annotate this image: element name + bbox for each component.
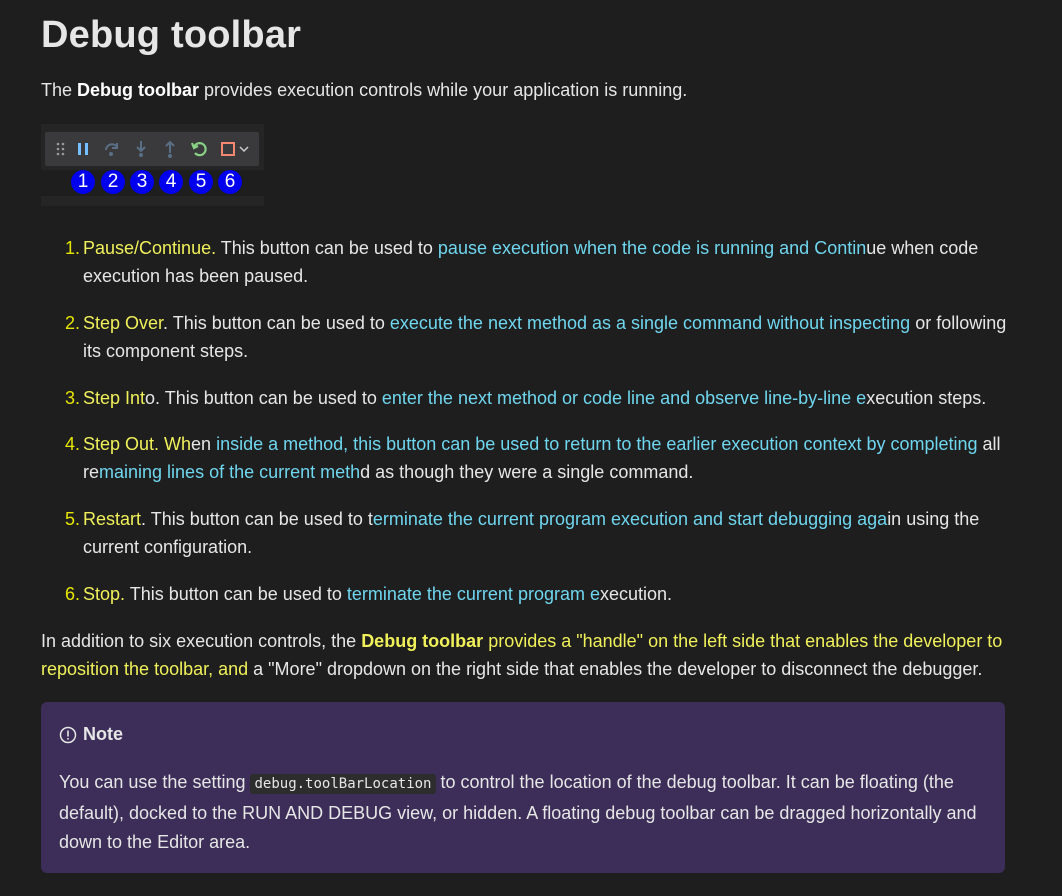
badge-1: 1 [71, 170, 95, 194]
step-text-end: d as though they were a single command. [360, 462, 694, 482]
step-into-icon [136, 141, 146, 157]
list-number: 1. [65, 238, 81, 258]
step-highlight: erminate the current program execution a… [372, 509, 888, 529]
intro-bold: Debug toolbar [77, 80, 200, 100]
page: Debug toolbar The Debug toolbar provides… [0, 0, 1062, 896]
intro-text-post: provides execution controls while your a… [199, 80, 688, 100]
list-item: 6. Stop. This button can be used to termi… [41, 580, 1021, 608]
step-text: This button can be used to [125, 584, 347, 604]
list-number: 4. [65, 434, 81, 454]
pause-icon [78, 143, 88, 155]
step-out-icon [165, 140, 175, 158]
list-item: 2. Step Over. This button can be used to … [41, 309, 1021, 365]
step-text-end: xecution steps. [866, 388, 987, 408]
step-highlight: inside a method, this button can be used… [216, 434, 978, 454]
steps-list: 1. Pause/Continue. This button can be use… [41, 234, 1021, 608]
list-item: 5. Restart. This button can be used to te… [41, 505, 1021, 561]
badge-6: 6 [218, 170, 242, 194]
summary-paragraph: In addition to six execution controls, t… [41, 627, 1021, 683]
debug-toolbar [45, 132, 259, 166]
step-highlight: pause execution when the code is running… [437, 238, 867, 258]
step-term: Step Over [83, 313, 164, 333]
step-text: o. This button can be used to [145, 388, 382, 408]
step-term: Step Out. Wh [83, 434, 192, 454]
note-body: You can use the setting debug.toolBarLoc… [59, 768, 989, 857]
note-callout: Note You can use the setting debug.toolB… [41, 702, 1005, 873]
badge-4: 4 [159, 170, 183, 194]
intro-paragraph: The Debug toolbar provides execution con… [41, 80, 687, 101]
note-text-pre: You can use the setting [59, 772, 251, 792]
setting-code: debug.toolBarLocation [250, 774, 436, 794]
step-text-end: xecution. [599, 584, 673, 604]
list-number: 5. [65, 509, 81, 529]
step-highlight: execute the next method as a single comm… [389, 313, 911, 333]
list-number: 2. [65, 313, 81, 333]
step-text: en [191, 434, 217, 454]
step-term: Pause/Continue. [83, 238, 217, 258]
step-over-icon [105, 143, 118, 156]
restart-icon [190, 142, 207, 157]
step-highlight-2: maining lines of the current meth [99, 462, 361, 482]
info-icon [59, 726, 77, 743]
intro-text-pre: The [41, 80, 78, 100]
step-term: Step Int [83, 388, 146, 408]
para-text-2: a "More" dropdown on the right side that… [248, 659, 983, 679]
debug-toolbar-image: 1 2 3 4 5 6 [41, 124, 264, 206]
step-text: . This button can be used to t [141, 509, 373, 529]
badge-2: 2 [101, 170, 125, 194]
step-text-mid: re [83, 462, 100, 482]
step-highlight: terminate the current program e [346, 584, 600, 604]
para-bold: Debug toolbar [361, 631, 484, 651]
note-title-text: Note [83, 724, 123, 744]
step-term: Restart [83, 509, 142, 529]
step-highlight: enter the next method or code line and o… [381, 388, 867, 408]
list-item: 3. Step Into. This button can be used to … [41, 384, 1021, 412]
list-item: 1. Pause/Continue. This button can be use… [41, 234, 1021, 290]
list-number: 6. [65, 584, 81, 604]
stop-icon [221, 142, 235, 156]
step-text: . This button can be used to [163, 313, 390, 333]
badge-3: 3 [130, 170, 154, 194]
note-title: Note [59, 724, 123, 745]
list-number: 3. [65, 388, 81, 408]
step-term: Stop. [83, 584, 126, 604]
para-text-1: In addition to six execution controls, t… [41, 631, 362, 651]
step-text: This button can be used to [216, 238, 438, 258]
badge-5: 5 [189, 170, 213, 194]
list-item: 4. Step Out. When inside a method, this b… [41, 430, 1021, 486]
page-title: Debug toolbar [41, 14, 302, 56]
chevron-down-icon [239, 146, 249, 153]
drag-handle-icon [56, 142, 65, 156]
